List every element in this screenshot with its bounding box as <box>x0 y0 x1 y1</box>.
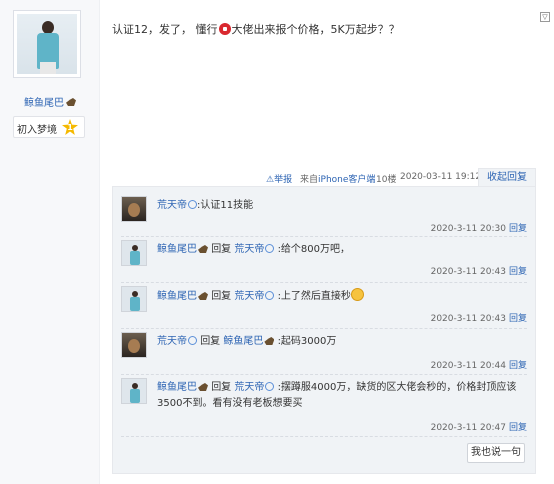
reply-avatar[interactable] <box>121 240 147 266</box>
reply-button[interactable]: 回复 <box>509 267 527 277</box>
reply-item: 鲸鱼尾巴 回复 荒天帝 :上了然后直接秒 2020-3-11 20:43 回复 <box>121 283 527 329</box>
reply-button[interactable]: 回复 <box>509 361 527 371</box>
author-avatar[interactable] <box>13 10 81 78</box>
reply-button[interactable]: 回复 <box>509 224 527 234</box>
author-username[interactable]: 鲸鱼尾巴 <box>0 94 100 109</box>
reply-meta: 2020-3-11 20:44 回复 <box>430 361 527 371</box>
reply-text: 鲸鱼尾巴 回复 荒天帝 :上了然后直接秒 <box>157 288 527 305</box>
reply-target-username[interactable]: 鲸鱼尾巴 <box>223 336 263 347</box>
collapse-corner-icon[interactable]: ▽ <box>540 12 550 22</box>
reply-username[interactable]: 鲸鱼尾巴 <box>157 291 197 302</box>
level-star-icon: 1 <box>62 119 78 135</box>
post-content: 认证12，发了， 懂行 大佬出来报个价格，5K万起步？？ <box>112 23 400 36</box>
reply-item: 鲸鱼尾巴 回复 荒天帝 :给个800万吧， 2020-3-11 20:43 回复 <box>121 237 527 283</box>
post-tail: ⚠举报 来自iPhone客户端 10楼 2020-03-11 19:12 收起回… <box>260 168 536 186</box>
level-badge[interactable]: 初入梦境 1 <box>13 116 85 138</box>
source-client-link[interactable]: iPhone客户端 <box>318 175 375 185</box>
reply-meta: 2020-3-11 20:47 回复 <box>430 423 527 433</box>
reply-text: 荒天帝 回复 鲸鱼尾巴 :起码3000万 <box>157 336 337 347</box>
member-icon <box>188 200 197 209</box>
reply-item: 荒天帝 回复 鲸鱼尾巴 :起码3000万 2020-3-11 20:44 回复 <box>121 329 527 375</box>
reply-target-username[interactable]: 荒天帝 <box>234 291 264 302</box>
member-icon <box>265 382 275 391</box>
reply-item: 鲸鱼尾巴 回复 荒天帝 :摆蹲服4000万，缺货的区大佬会秒的，价格封顶应该35… <box>121 375 527 437</box>
level-title: 初入梦境 <box>17 125 57 136</box>
source-info: 来自iPhone客户端 <box>300 175 376 185</box>
reply-username[interactable]: 鲸鱼尾巴 <box>157 244 197 255</box>
reply-button[interactable]: 回复 <box>509 314 527 324</box>
reply-meta: 2020-3-11 20:43 回复 <box>430 314 527 324</box>
floor-number: 10楼 <box>376 175 397 185</box>
reply-username[interactable]: 荒天帝 <box>157 336 187 347</box>
member-icon <box>265 291 275 300</box>
report-link[interactable]: ⚠举报 <box>266 172 292 185</box>
reply-text: 荒天帝:认证11技能 <box>157 200 254 211</box>
horse-icon <box>66 98 76 106</box>
reply-avatar[interactable] <box>121 332 147 358</box>
post-time: 2020-03-11 19:12 <box>400 172 482 182</box>
horse-icon <box>264 337 275 345</box>
reply-meta: 2020-3-11 20:30 回复 <box>430 224 527 234</box>
smiley-emoji-icon <box>350 288 364 301</box>
reply-text: 鲸鱼尾巴 回复 荒天帝 :摆蹲服4000万，缺货的区大佬会秒的，价格封顶应该35… <box>157 382 517 409</box>
reply-target-username[interactable]: 荒天帝 <box>234 382 264 393</box>
avatar-image <box>17 14 77 74</box>
author-column: 鲸鱼尾巴 初入梦境 1 <box>0 0 100 484</box>
reply-avatar[interactable] <box>121 286 147 312</box>
member-icon <box>188 336 197 345</box>
reply-avatar[interactable] <box>121 196 147 222</box>
red-badge-icon <box>218 23 231 35</box>
reply-username[interactable]: 荒天帝 <box>157 200 187 211</box>
reply-button[interactable]: 回复 <box>509 423 527 433</box>
horse-icon <box>198 245 208 253</box>
reply-target-username[interactable]: 荒天帝 <box>234 244 264 255</box>
reply-avatar[interactable] <box>121 378 147 404</box>
collapse-replies-button[interactable]: 收起回复 <box>478 168 536 186</box>
reply-item: 荒天帝:认证11技能 2020-3-11 20:30 回复 <box>121 193 527 237</box>
reply-username[interactable]: 鲸鱼尾巴 <box>157 382 197 393</box>
reply-meta: 2020-3-11 20:43 回复 <box>430 267 527 277</box>
add-reply-button[interactable]: 我也说一句 <box>467 443 525 463</box>
reply-text: 鲸鱼尾巴 回复 荒天帝 :给个800万吧， <box>157 244 351 255</box>
member-icon <box>265 244 275 253</box>
horse-icon <box>198 292 208 300</box>
reply-list: 荒天帝:认证11技能 2020-3-11 20:30 回复 鲸鱼尾巴 回复 荒天帝… <box>112 186 536 474</box>
horse-icon <box>198 383 208 391</box>
